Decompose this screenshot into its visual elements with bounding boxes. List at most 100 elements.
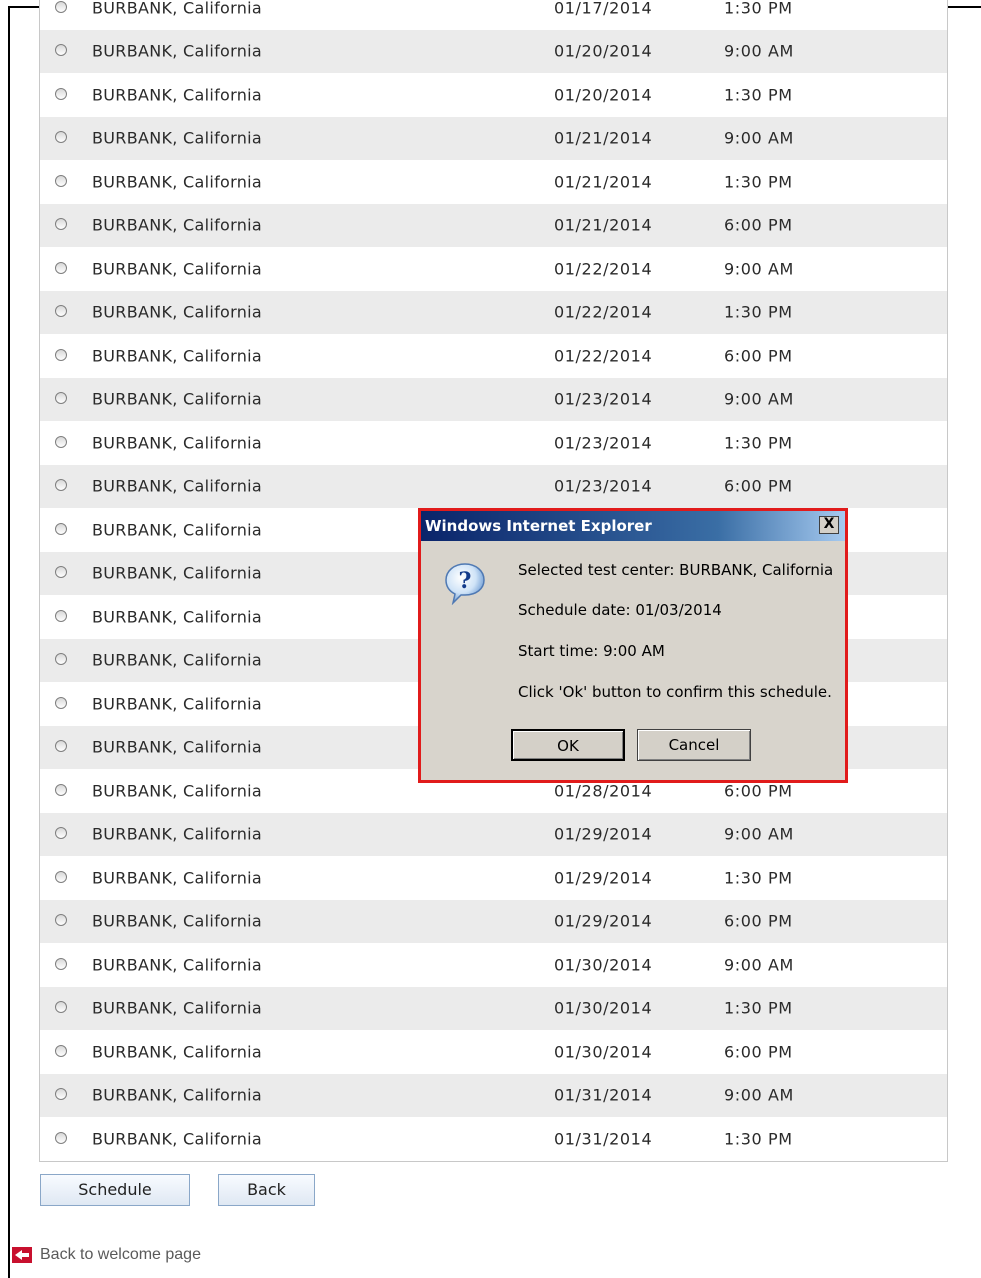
row-date: 01/22/2014	[554, 302, 653, 322]
row-location: BURBANK, California	[92, 302, 263, 322]
question-icon: ?	[445, 563, 485, 605]
schedule-row[interactable]: BURBANK, California 01/23/2014 9:00 AM	[40, 377, 947, 421]
ok-button[interactable]: OK	[511, 729, 625, 761]
schedule-row[interactable]: BURBANK, California 01/30/2014 9:00 AM	[40, 943, 947, 987]
schedule-radio[interactable]	[55, 0, 67, 13]
row-location: BURBANK, California	[92, 41, 263, 61]
schedule-radio[interactable]	[55, 435, 67, 448]
schedule-radio[interactable]	[55, 479, 67, 492]
schedule-button[interactable]: Schedule	[40, 1174, 190, 1206]
schedule-row[interactable]: BURBANK, California 01/20/2014 1:30 PM	[40, 73, 947, 117]
row-location: BURBANK, California	[92, 868, 263, 888]
row-date: 01/31/2014	[554, 1085, 653, 1105]
row-date: 01/30/2014	[554, 998, 653, 1018]
row-date: 01/23/2014	[554, 389, 653, 409]
row-time: 6:00 PM	[724, 1042, 793, 1062]
schedule-row[interactable]: BURBANK, California 01/30/2014 1:30 PM	[40, 986, 947, 1030]
schedule-radio[interactable]	[55, 1001, 67, 1014]
row-time: 9:00 AM	[724, 955, 794, 975]
schedule-row[interactable]: BURBANK, California 01/29/2014 9:00 AM	[40, 812, 947, 856]
schedule-radio[interactable]	[55, 218, 67, 231]
row-time: 1:30 PM	[724, 433, 793, 453]
schedule-radio[interactable]	[55, 827, 67, 840]
schedule-row[interactable]: BURBANK, California 01/21/2014 1:30 PM	[40, 160, 947, 204]
schedule-radio[interactable]	[55, 740, 67, 753]
row-time: 1:30 PM	[724, 868, 793, 888]
schedule-row[interactable]: BURBANK, California 01/20/2014 9:00 AM	[40, 29, 947, 73]
back-button[interactable]: Back	[218, 1174, 315, 1206]
schedule-radio[interactable]	[55, 87, 67, 100]
row-time: 1:30 PM	[724, 85, 793, 105]
schedule-radio[interactable]	[55, 261, 67, 274]
dialog-start-time: Start time: 9:00 AM	[518, 642, 665, 660]
back-arrow-icon	[12, 1247, 32, 1263]
schedule-row[interactable]: BURBANK, California 01/21/2014 9:00 AM	[40, 116, 947, 160]
row-time: 9:00 AM	[724, 41, 794, 61]
row-date: 01/30/2014	[554, 1042, 653, 1062]
row-date: 01/29/2014	[554, 824, 653, 844]
row-date: 01/20/2014	[554, 85, 653, 105]
schedule-radio[interactable]	[55, 957, 67, 970]
row-time: 1:30 PM	[724, 998, 793, 1018]
row-time: 6:00 PM	[724, 346, 793, 366]
row-date: 01/23/2014	[554, 433, 653, 453]
row-location: BURBANK, California	[92, 694, 263, 714]
row-location: BURBANK, California	[92, 563, 263, 583]
close-icon[interactable]: X	[819, 516, 839, 534]
row-time: 1:30 PM	[724, 172, 793, 192]
schedule-radio[interactable]	[55, 609, 67, 622]
schedule-radio[interactable]	[55, 44, 67, 57]
schedule-row[interactable]: BURBANK, California 01/29/2014 6:00 PM	[40, 899, 947, 943]
schedule-radio[interactable]	[55, 392, 67, 405]
row-location: BURBANK, California	[92, 1042, 263, 1062]
row-time: 6:00 PM	[724, 911, 793, 931]
row-time: 9:00 AM	[724, 128, 794, 148]
dialog-title-bar[interactable]: Windows Internet Explorer X	[421, 511, 845, 541]
schedule-row[interactable]: BURBANK, California 01/17/2014 1:30 PM	[40, 0, 947, 30]
row-date: 01/21/2014	[554, 128, 653, 148]
schedule-row[interactable]: BURBANK, California 01/21/2014 6:00 PM	[40, 203, 947, 247]
schedule-row[interactable]: BURBANK, California 01/22/2014 9:00 AM	[40, 247, 947, 291]
schedule-radio[interactable]	[55, 914, 67, 927]
row-time: 6:00 PM	[724, 215, 793, 235]
cancel-button[interactable]: Cancel	[637, 729, 751, 761]
schedule-row[interactable]: BURBANK, California 01/30/2014 6:00 PM	[40, 1030, 947, 1074]
row-date: 01/17/2014	[554, 0, 653, 18]
row-date: 01/21/2014	[554, 172, 653, 192]
schedule-row[interactable]: BURBANK, California 01/31/2014 1:30 PM	[40, 1117, 947, 1161]
schedule-row[interactable]: BURBANK, California 01/29/2014 1:30 PM	[40, 856, 947, 900]
schedule-radio[interactable]	[55, 1044, 67, 1057]
back-to-welcome-link[interactable]: Back to welcome page	[12, 1246, 201, 1264]
schedule-row[interactable]: BURBANK, California 01/23/2014 6:00 PM	[40, 464, 947, 508]
confirm-dialog: Windows Internet Explorer X ? Selected t…	[418, 508, 848, 783]
row-location: BURBANK, California	[92, 128, 263, 148]
dialog-confirm-hint: Click 'Ok' button to confirm this schedu…	[518, 683, 832, 701]
schedule-row[interactable]: BURBANK, California 01/31/2014 9:00 AM	[40, 1073, 947, 1117]
schedule-radio[interactable]	[55, 696, 67, 709]
row-time: 9:00 AM	[724, 389, 794, 409]
schedule-radio[interactable]	[55, 522, 67, 535]
schedule-radio[interactable]	[55, 348, 67, 361]
row-location: BURBANK, California	[92, 781, 263, 801]
row-time: 1:30 PM	[724, 1129, 793, 1149]
schedule-radio[interactable]	[55, 305, 67, 318]
row-time: 1:30 PM	[724, 302, 793, 322]
schedule-row[interactable]: BURBANK, California 01/22/2014 6:00 PM	[40, 334, 947, 378]
schedule-radio[interactable]	[55, 653, 67, 666]
row-time: 9:00 AM	[724, 259, 794, 279]
row-time: 9:00 AM	[724, 824, 794, 844]
row-location: BURBANK, California	[92, 911, 263, 931]
row-location: BURBANK, California	[92, 520, 263, 540]
schedule-radio[interactable]	[55, 1131, 67, 1144]
schedule-radio[interactable]	[55, 870, 67, 883]
schedule-row[interactable]: BURBANK, California 01/22/2014 1:30 PM	[40, 290, 947, 334]
row-date: 01/29/2014	[554, 911, 653, 931]
schedule-radio[interactable]	[55, 174, 67, 187]
row-location: BURBANK, California	[92, 1085, 263, 1105]
schedule-row[interactable]: BURBANK, California 01/23/2014 1:30 PM	[40, 421, 947, 465]
schedule-radio[interactable]	[55, 566, 67, 579]
schedule-radio[interactable]	[55, 131, 67, 144]
schedule-radio[interactable]	[55, 783, 67, 796]
schedule-radio[interactable]	[55, 1088, 67, 1101]
dialog-test-center: Selected test center: BURBANK, Californi…	[518, 561, 834, 579]
